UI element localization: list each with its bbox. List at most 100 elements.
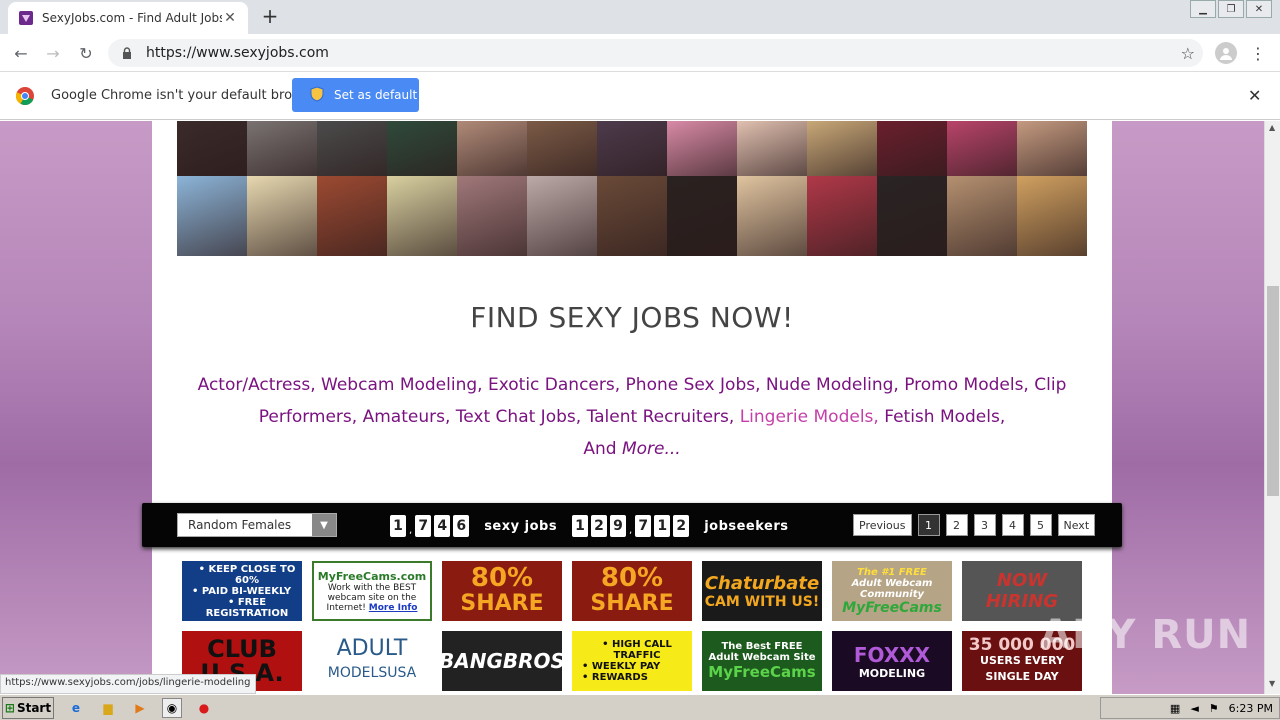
ad-banner-keep-close[interactable]: • KEEP CLOSE TO 60% • PAID BI-WEEKLY • F… [182,561,302,621]
ad-banner-adult-models-usa[interactable]: ADULT MODELSUSA [312,631,432,691]
model-photo[interactable] [177,176,247,256]
model-photo[interactable] [1017,176,1087,256]
pagination: Previous 1 2 3 4 5 Next [847,514,1096,536]
previous-page-button[interactable]: Previous [853,514,912,536]
page-number-button[interactable]: 2 [945,514,968,536]
volume-icon[interactable]: ◄ [1190,702,1198,715]
chrome-taskbar-icon[interactable]: ◉ [162,697,182,718]
category-link[interactable]: Talent Recruiters, [587,407,735,427]
close-window-button[interactable]: ✕ [1246,0,1272,18]
model-photo[interactable] [737,176,807,256]
model-photo[interactable] [457,176,527,256]
scroll-up-icon[interactable]: ▲ [1269,123,1275,132]
counter-digit: 9 [610,515,626,537]
scroll-down-icon[interactable]: ▼ [1269,679,1275,688]
model-photo[interactable] [807,121,877,176]
counter-digit: 2 [673,515,690,537]
ie-icon[interactable]: e [66,698,86,718]
category-link[interactable]: Exotic Dancers, [488,375,620,395]
ad-banner-foxxx-modeling[interactable]: FOXXX MODELING [832,631,952,691]
model-photo[interactable] [317,176,387,256]
model-photo[interactable] [387,121,457,176]
set-as-default-button[interactable]: Set as default [292,78,419,112]
folder-icon[interactable]: ▆ [98,698,118,718]
network-icon[interactable]: ▦ [1170,702,1180,715]
more-info-link[interactable]: More Info [369,603,418,613]
page-number-button[interactable]: 3 [973,514,996,536]
default-browser-infobar: Google Chrome isn't your default browser… [0,72,1280,120]
model-photo[interactable] [387,176,457,256]
address-bar[interactable]: https://www.sexyjobs.com ☆ [108,39,1203,67]
category-link[interactable]: Phone Sex Jobs, [626,375,761,395]
status-bar-url: https://www.sexyjobs.com/jobs/lingerie-m… [0,674,256,694]
category-link[interactable]: Amateurs, [363,407,451,427]
ad-banner-myfreecams-best[interactable]: The Best FREE Adult Webcam Site MyFreeCa… [702,631,822,691]
warning-app-icon[interactable]: ● [194,698,214,718]
thousands-separator: , [629,524,633,536]
counter-label: jobseekers [704,518,789,534]
start-button[interactable]: ⊞ Start [2,696,54,719]
model-photo[interactable] [527,176,597,256]
next-page-button[interactable]: Next [1057,514,1096,536]
model-photo[interactable] [1017,121,1087,176]
ad-banner-80-share[interactable]: 80% SHARE [442,561,562,621]
category-link[interactable]: Lingerie Models, [740,407,879,427]
infobar-close-icon[interactable]: ✕ [1248,86,1261,105]
ad-banner-high-call-traffic[interactable]: • HIGH CALL TRAFFIC • WEEKLY PAY • REWAR… [572,631,692,691]
media-player-icon[interactable]: ▶ [130,698,150,718]
ad-banner-myfreecams-work[interactable]: MyFreeCams.com Work with the BEST webcam… [312,561,432,621]
category-link[interactable]: Text Chat Jobs, [456,407,581,427]
counter-digit: 7 [635,515,652,537]
restore-button[interactable]: ❐ [1218,0,1244,18]
model-photo[interactable] [877,121,947,176]
ad-text: 80% [600,563,664,593]
ad-banner-chaturbate[interactable]: Chaturbate CAM WITH US! [702,561,822,621]
model-photo[interactable] [667,121,737,176]
more-link[interactable]: More... [622,439,681,459]
model-photo[interactable] [247,176,317,256]
model-photo[interactable] [317,121,387,176]
category-link[interactable]: Webcam Modeling, [321,375,483,395]
model-photo[interactable] [947,121,1017,176]
ad-text: MyFreeCams [708,663,816,681]
forward-icon[interactable]: → [42,42,64,64]
category-link[interactable]: Nude Modeling, [766,375,899,395]
chrome-menu-icon[interactable]: ⋮ [1250,42,1266,64]
model-photo[interactable] [597,176,667,256]
reload-icon[interactable]: ↻ [75,42,97,64]
model-photo[interactable] [807,176,877,256]
category-link[interactable]: Actor/Actress, [198,375,316,395]
chrome-logo-icon [16,87,34,105]
back-icon[interactable]: ← [10,42,32,64]
windows-logo-icon: ⊞ [4,700,15,715]
model-photo[interactable] [177,121,247,176]
model-photo[interactable] [527,121,597,176]
page-number-button[interactable]: 1 [917,514,940,536]
bookmark-star-icon[interactable]: ☆ [1181,44,1195,63]
page-scrollbar[interactable]: ▲ ▼ [1264,121,1280,694]
page-number-button[interactable]: 5 [1029,514,1052,536]
ad-banner-80-share[interactable]: 80% SHARE [572,561,692,621]
profile-avatar-icon[interactable] [1215,42,1237,64]
tab-close-icon[interactable]: ✕ [222,10,238,26]
ad-banner-bangbros[interactable]: BANGBROS [442,631,562,691]
model-photo[interactable] [597,121,667,176]
model-photo[interactable] [877,176,947,256]
scrollbar-thumb[interactable] [1267,286,1279,496]
model-photo[interactable] [247,121,317,176]
anyrun-watermark: ANY RUN [1040,612,1252,658]
ad-banner-myfreecams-community[interactable]: The #1 FREE Adult Webcam Community MyFre… [832,561,952,621]
counter-digit: 4 [434,515,451,537]
page-number-button[interactable]: 4 [1001,514,1024,536]
category-link[interactable]: Promo Models, [904,375,1029,395]
new-tab-button[interactable]: + [260,4,280,28]
model-photo[interactable] [667,176,737,256]
model-photo[interactable] [457,121,527,176]
flag-icon[interactable]: ⚑ [1209,702,1219,715]
model-photo[interactable] [947,176,1017,256]
minimize-button[interactable]: ▁ [1190,0,1216,18]
model-photo[interactable] [737,121,807,176]
browser-tab[interactable]: SexyJobs.com - Find Adult Jobs, Hir ✕ [8,2,248,34]
gallery-filter-select[interactable]: Random Females ▼ [177,513,337,537]
category-link[interactable]: Fetish Models, [884,407,1005,427]
